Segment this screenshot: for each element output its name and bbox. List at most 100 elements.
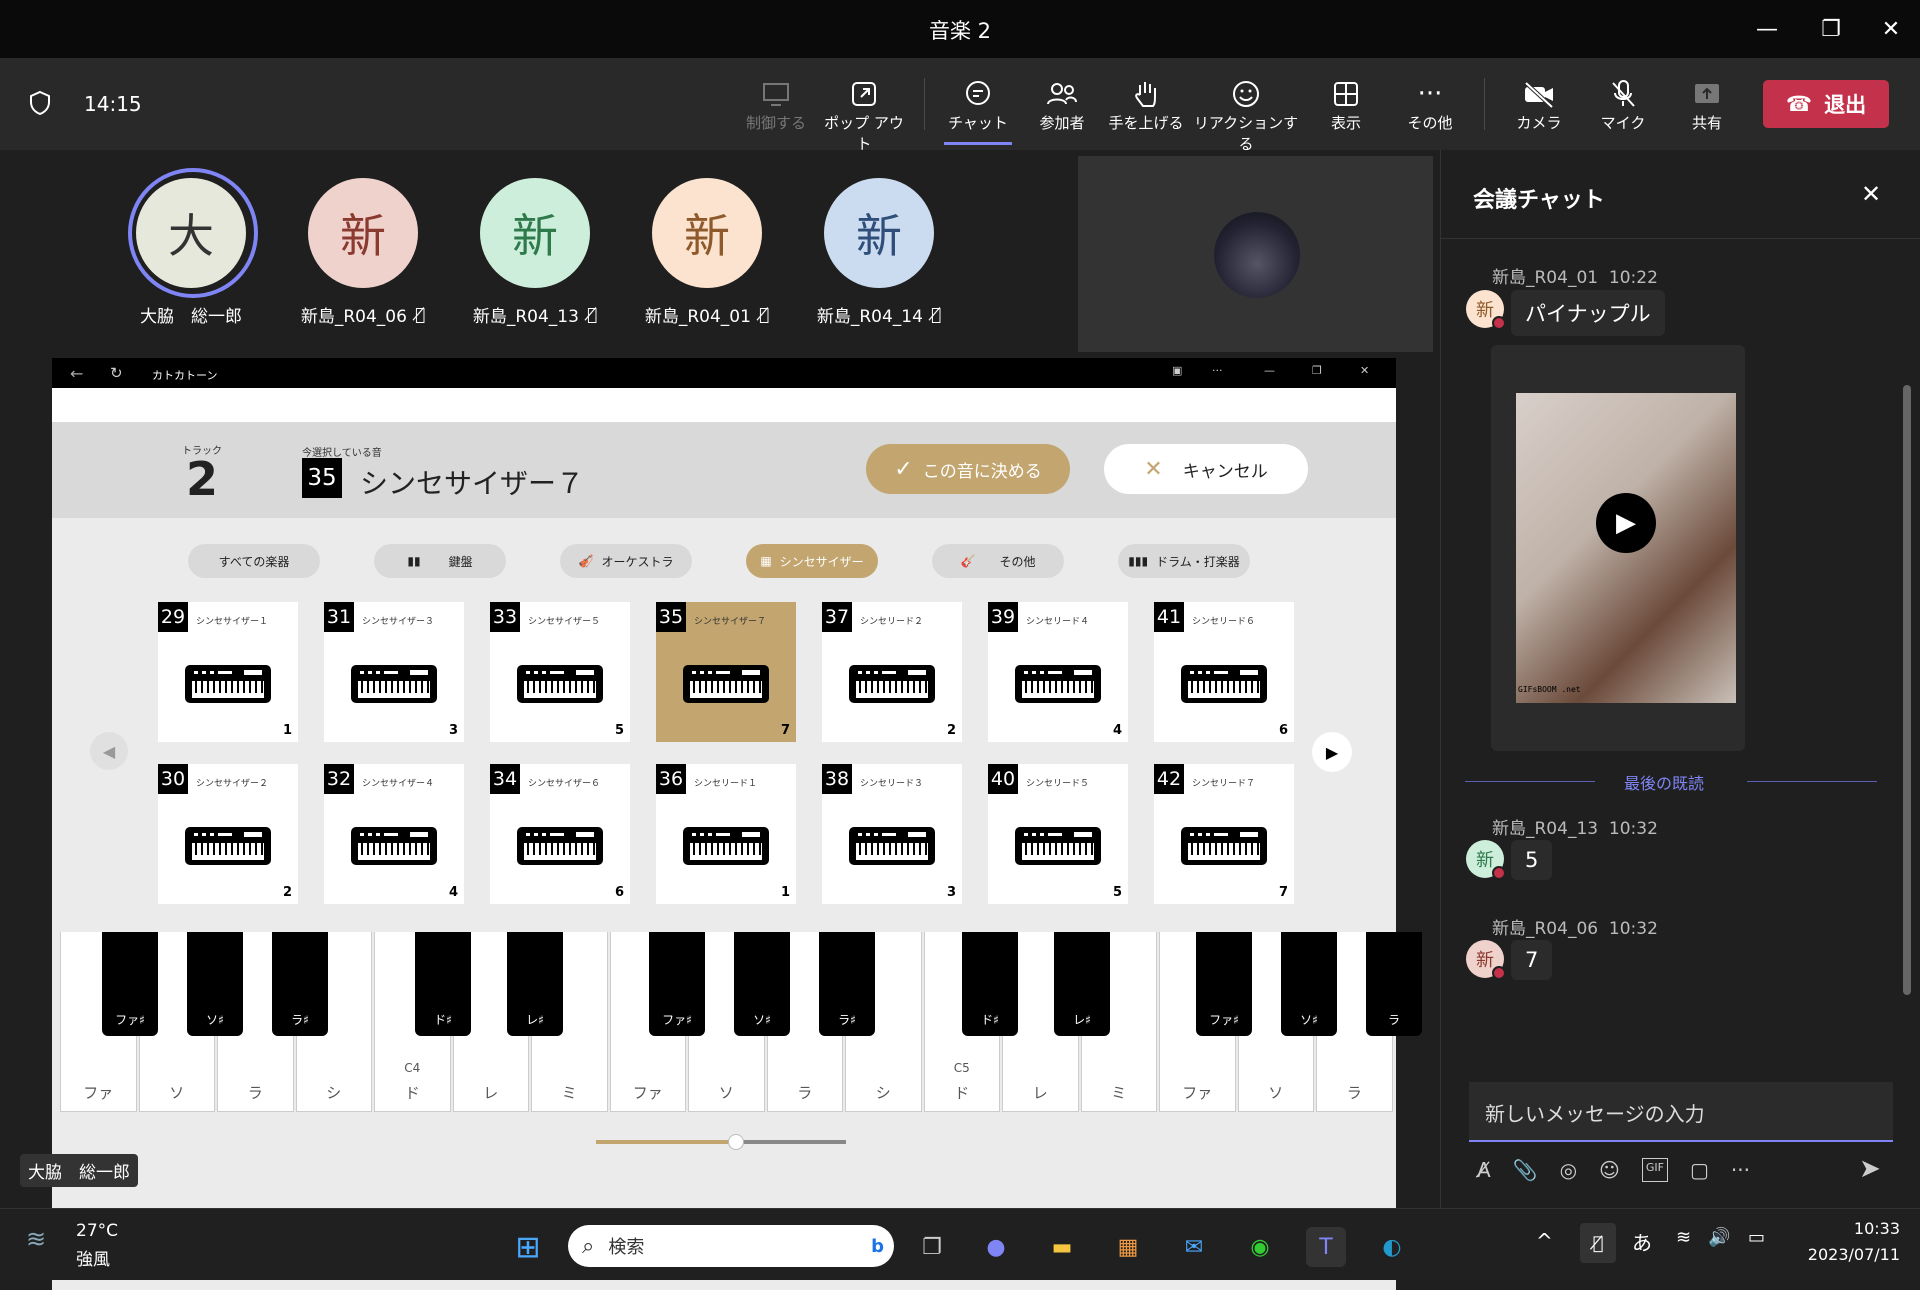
category-keyboard[interactable]: ▮▮ 鍵盤 (374, 544, 506, 578)
attach-icon[interactable]: 📎 (1513, 1158, 1538, 1182)
task-view-icon[interactable]: ❐ (912, 1227, 952, 1267)
instrument-card[interactable]: 34 シンセサイザー６ 6 (490, 764, 630, 904)
more-icon[interactable]: ··· (1212, 364, 1223, 377)
mic-off-icon[interactable]: 🎙̸ (1580, 1223, 1616, 1263)
category-all[interactable]: すべての楽器 (188, 544, 320, 578)
instrument-card[interactable]: 33 シンセサイザー５ 5 (490, 602, 630, 742)
avatar[interactable]: 新 (308, 178, 418, 288)
people-button[interactable]: 参加者 (1022, 76, 1102, 133)
teams-icon[interactable]: T (1306, 1227, 1346, 1267)
instrument-card[interactable]: 38 シンセリード３ 3 (822, 764, 962, 904)
slider-thumb[interactable] (728, 1134, 744, 1150)
ime-indicator[interactable]: あ (1632, 1227, 1652, 1256)
piano-black-key[interactable]: ファ♯ (102, 932, 158, 1036)
piano-black-key[interactable]: ソ♯ (734, 932, 790, 1036)
piano-black-key[interactable]: ド♯ (415, 932, 471, 1036)
avatar[interactable]: 新 (480, 178, 590, 288)
search-box[interactable]: ⌕ 検索 b (568, 1225, 894, 1267)
instrument-card[interactable]: 32 シンセサイザー４ 4 (324, 764, 464, 904)
piano-black-key[interactable]: ソ♯ (187, 932, 243, 1036)
edge-icon[interactable]: ◐ (1372, 1227, 1412, 1267)
wifi-icon[interactable]: ≋ (1676, 1227, 1691, 1248)
mail-icon[interactable]: ✉ (1174, 1227, 1214, 1267)
instrument-card[interactable]: 39 シンセリード４ 4 (988, 602, 1128, 742)
view-button[interactable]: 表示 (1306, 76, 1386, 133)
message-input[interactable]: 新しいメッセージの入力 (1469, 1082, 1893, 1142)
share-button[interactable]: 共有 (1667, 76, 1747, 133)
reaction-button[interactable]: リアクションする (1188, 76, 1304, 154)
volume-icon[interactable]: 🔊 (1708, 1227, 1730, 1248)
chrome-icon[interactable]: ◉ (1240, 1227, 1280, 1267)
file-explorer-icon[interactable]: ▬ (1042, 1227, 1082, 1267)
piano-black-key[interactable]: ド♯ (962, 932, 1018, 1036)
more-button[interactable]: ··· その他 (1390, 76, 1470, 133)
weather-temp[interactable]: 27°C (76, 1221, 118, 1241)
restore-icon[interactable]: ❐ (1816, 14, 1846, 44)
format-icon[interactable]: A̸ (1477, 1158, 1491, 1182)
raise-hand-button[interactable]: 手を上げる (1106, 76, 1186, 133)
category-synth[interactable]: ▦ シンセサイザー (746, 544, 878, 578)
instrument-card[interactable]: 30 シンセサイザー２ 2 (158, 764, 298, 904)
battery-icon[interactable]: ▭ (1748, 1227, 1765, 1248)
key-label: ミ (1111, 1084, 1127, 1102)
confirm-button[interactable]: ✓ この音に決める (866, 444, 1070, 494)
avatar[interactable]: 新 (652, 178, 762, 288)
play-icon[interactable]: ▶ (1596, 493, 1656, 553)
instrument-card[interactable]: 41 シンセリード６ 6 (1154, 602, 1294, 742)
send-icon[interactable]: ➤ (1859, 1154, 1881, 1184)
chat-button[interactable]: チャット (938, 76, 1018, 133)
next-page-button[interactable]: ▶ (1312, 732, 1352, 772)
clock-time[interactable]: 10:33 (1800, 1219, 1900, 1238)
instrument-card[interactable]: 36 シンセリード１ 1 (656, 764, 796, 904)
restore-icon[interactable]: ❐ (1312, 364, 1322, 377)
instrument-card[interactable]: 29 シンセサイザー１ 1 (158, 602, 298, 742)
scrollbar[interactable] (1903, 385, 1911, 995)
instrument-card[interactable]: 35 シンセサイザー７ 7 (656, 602, 796, 742)
piano-black-key[interactable]: ラ (1366, 932, 1422, 1036)
category-other[interactable]: 🎸 その他 (932, 544, 1064, 578)
piano-black-key[interactable]: ファ♯ (649, 932, 705, 1036)
gif-image[interactable]: ▶ GIFsBOOM .net (1516, 393, 1736, 703)
instrument-card[interactable]: 31 シンセサイザー３ 3 (324, 602, 464, 742)
popout-button[interactable]: ポップ アウト (824, 76, 904, 154)
weather-label[interactable]: 強風 (76, 1245, 110, 1270)
instrument-card[interactable]: 40 シンセリード５ 5 (988, 764, 1128, 904)
close-icon[interactable]: ✕ (1360, 364, 1369, 377)
loop-icon[interactable]: ◎ (1560, 1158, 1577, 1182)
minimize-icon[interactable]: — (1264, 364, 1275, 377)
close-icon[interactable]: ✕ (1876, 14, 1906, 44)
leave-button[interactable]: ☎ 退出 (1763, 80, 1889, 128)
mic-button[interactable]: マイク (1583, 76, 1663, 133)
piano-black-key[interactable]: ファ♯ (1196, 932, 1252, 1036)
prev-page-button[interactable]: ◀ (90, 732, 128, 770)
camera-button[interactable]: カメラ (1499, 76, 1579, 133)
category-drums[interactable]: ▮▮▮ ドラム・打楽器 (1118, 544, 1250, 578)
chevron-up-icon[interactable]: ^ (1536, 1229, 1553, 1253)
avatar[interactable]: 大 (136, 178, 246, 288)
more-icon[interactable]: ··· (1731, 1158, 1750, 1182)
piano-black-key[interactable]: ソ♯ (1281, 932, 1337, 1036)
instrument-card[interactable]: 42 シンセリード７ 7 (1154, 764, 1294, 904)
teams-chat-icon[interactable]: ● (976, 1227, 1016, 1267)
video-tile[interactable] (1078, 156, 1433, 352)
piano-black-key[interactable]: レ♯ (507, 932, 563, 1036)
cancel-button[interactable]: ✕ キャンセル (1104, 444, 1308, 494)
piano-black-key[interactable]: ラ♯ (819, 932, 875, 1036)
windows-start-icon[interactable]: ⊞ (508, 1227, 548, 1267)
clock-date[interactable]: 2023/07/11 (1780, 1245, 1900, 1264)
piano-black-key[interactable]: ラ♯ (272, 932, 328, 1036)
back-icon[interactable]: ← (70, 364, 83, 383)
store-icon[interactable]: ▦ (1108, 1227, 1148, 1267)
control-button[interactable]: 制御する (736, 76, 816, 133)
minimize-icon[interactable]: — (1752, 14, 1782, 44)
sticker-icon[interactable]: ▢ (1690, 1158, 1709, 1182)
close-icon[interactable]: ✕ (1861, 180, 1881, 208)
category-orchestra[interactable]: 🎻 オーケストラ (560, 544, 692, 578)
avatar[interactable]: 新 (824, 178, 934, 288)
piano-black-key[interactable]: レ♯ (1054, 932, 1110, 1036)
cast-icon[interactable]: ▣ (1172, 364, 1182, 377)
emoji-icon[interactable]: ☺ (1599, 1158, 1620, 1182)
gif-icon[interactable]: GIF (1641, 1158, 1669, 1182)
refresh-icon[interactable]: ↻ (110, 364, 123, 382)
instrument-card[interactable]: 37 シンセリード２ 2 (822, 602, 962, 742)
